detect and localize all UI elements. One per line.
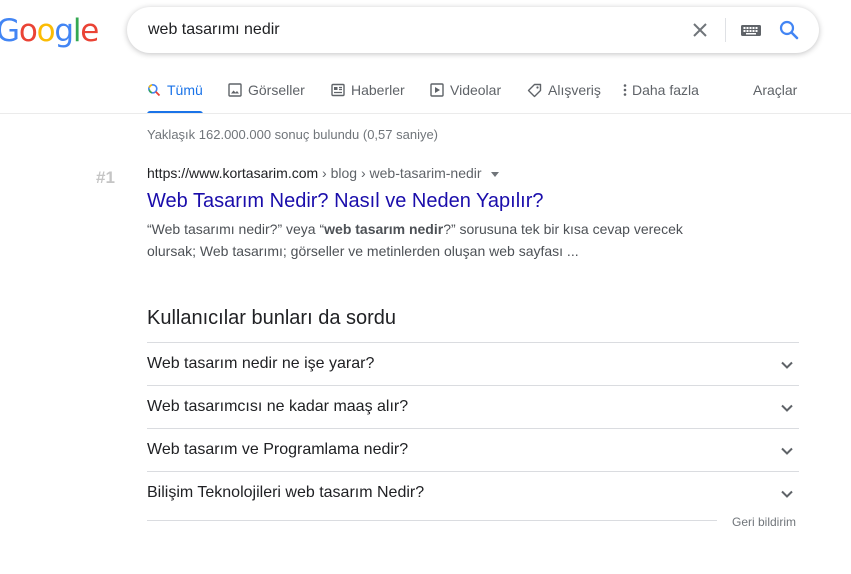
more-vert-icon <box>623 84 627 96</box>
logo-letter: g <box>54 13 74 49</box>
paa-question[interactable]: Bilişim Teknolojileri web tasarım Nedir? <box>147 471 799 514</box>
paa-question[interactable]: Web tasarım ve Programlama nedir? <box>147 428 799 471</box>
snippet-text: “Web tasarımı nedir?” veya “ <box>147 221 325 237</box>
image-icon <box>228 83 242 97</box>
people-also-ask-heading: Kullanıcılar bunları da sordu <box>147 307 397 329</box>
tab-label: Alışveriş <box>548 82 601 98</box>
logo-letter: o <box>36 13 56 49</box>
tab-videos[interactable]: Videolar <box>430 82 501 98</box>
tab-label: Görseller <box>248 82 305 98</box>
tools-button[interactable]: Araçlar <box>753 82 797 98</box>
result-rank: #1 <box>96 168 115 187</box>
tab-more[interactable]: Daha fazla <box>622 82 699 98</box>
paa-question-text: Bilişim Teknolojileri web tasarım Nedir? <box>147 484 425 501</box>
paa-question[interactable]: Web tasarım nedir ne işe yarar? <box>147 342 799 385</box>
search-divider <box>725 18 726 42</box>
result-title-link[interactable]: Web Tasarım Nedir? Nasıl ve Neden Yapılı… <box>147 190 543 213</box>
news-icon <box>331 83 345 97</box>
logo-letter: l <box>72 13 82 49</box>
tab-label: Haberler <box>351 82 405 98</box>
result-url[interactable]: https://www.kortasarim.com › blog › web-… <box>147 165 500 181</box>
chevron-down-icon <box>781 490 793 498</box>
keyboard-icon[interactable] <box>740 22 762 38</box>
tab-all[interactable]: Tümü <box>147 82 203 98</box>
tab-label: Videolar <box>450 82 502 98</box>
paa-question-text: Web tasarımcısı ne kadar maaş alır? <box>147 398 409 415</box>
result-path: › blog › web-tasarim-nedir <box>318 165 482 181</box>
search-box[interactable]: web tasarımı nedir <box>127 7 819 53</box>
tabs-divider <box>0 113 851 114</box>
paa-question-text: Web tasarım ve Programlama nedir? <box>147 441 409 458</box>
google-logo[interactable]: Google <box>0 13 99 49</box>
search-input[interactable]: web tasarımı nedir <box>148 21 280 39</box>
chevron-down-icon <box>781 361 793 369</box>
logo-letter: o <box>18 13 38 49</box>
close-icon[interactable] <box>690 20 710 40</box>
tag-icon <box>527 83 542 97</box>
paa-question-text: Web tasarım nedir ne işe yarar? <box>147 355 375 372</box>
tab-news[interactable]: Haberler <box>331 82 405 98</box>
people-also-ask-list: Web tasarım nedir ne işe yarar? Web tasa… <box>147 342 799 514</box>
tab-images[interactable]: Görseller <box>228 82 305 98</box>
search-icon[interactable] <box>778 19 800 41</box>
snippet-highlight: web tasarım nedir <box>324 221 444 237</box>
search-tabs: Tümü Görseller Haberler Videolar Alışver… <box>0 74 851 114</box>
feedback-link[interactable]: Geri bildirim <box>732 515 796 529</box>
video-icon <box>430 83 444 97</box>
tab-label: Tümü <box>167 82 203 98</box>
result-snippet: “Web tasarımı nedir?” veya “web tasarım … <box>147 218 727 262</box>
tab-shopping[interactable]: Alışveriş <box>527 82 601 98</box>
tools-label: Araçlar <box>753 82 798 98</box>
result-stats: Yaklaşık 162.000.000 sonuç bulundu (0,57… <box>147 127 439 142</box>
chevron-down-icon <box>781 404 793 412</box>
chevron-down-icon <box>781 447 793 455</box>
paa-question[interactable]: Web tasarımcısı ne kadar maaş alır? <box>147 385 799 428</box>
paa-divider <box>147 520 717 521</box>
caret-down-icon[interactable] <box>491 171 500 177</box>
logo-letter: G <box>0 13 20 49</box>
tab-label: Daha fazla <box>632 82 699 98</box>
result-domain: https://www.kortasarim.com <box>147 165 319 181</box>
search-icon <box>148 84 161 97</box>
logo-letter: e <box>80 13 99 49</box>
